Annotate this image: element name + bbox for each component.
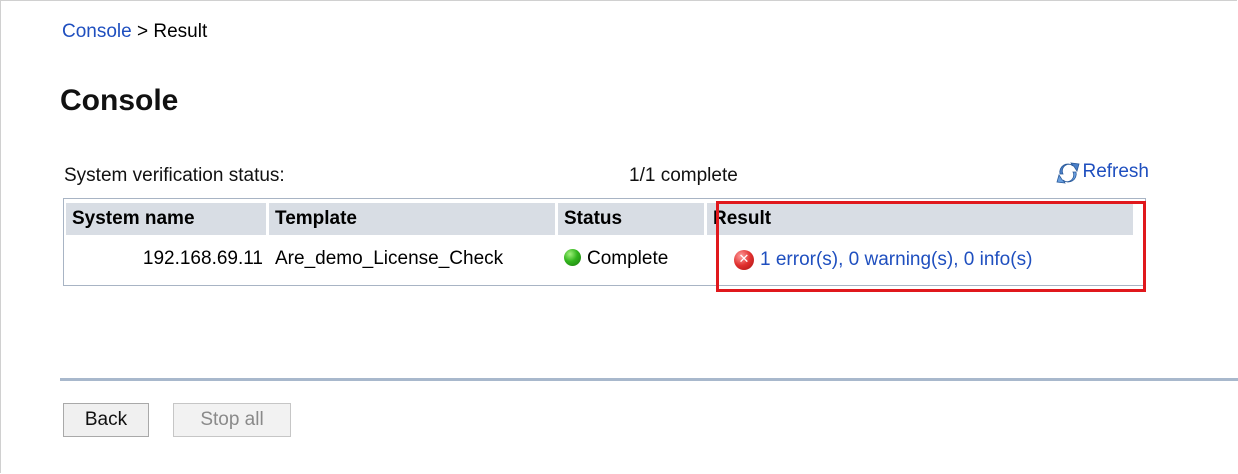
refresh-button[interactable]: Refresh [1055,159,1149,185]
cell-template: Are_demo_License_Check [275,248,504,269]
error-icon: ✕ [734,250,754,270]
result-text: 1 error(s), 0 warning(s), 0 info(s) [760,249,1033,270]
results-table: System name Template Status Result 192.1… [66,203,1136,283]
column-header-system-name[interactable]: System name [66,203,269,235]
refresh-label: Refresh [1082,161,1149,182]
cell-result: ✕ 1 error(s), 0 warning(s), 0 info(s) [707,235,1136,283]
table-row: 192.168.69.11 Are_demo_License_Check Com… [66,235,1136,283]
stop-all-button[interactable]: Stop all [173,403,291,437]
cell-status: Complete [558,235,707,283]
section-divider [60,378,1238,381]
breadcrumb: Console > Result [62,21,207,43]
breadcrumb-current: Result [153,21,208,42]
refresh-icon [1056,162,1080,184]
breadcrumb-link-console[interactable]: Console [62,21,132,42]
status-complete-icon [564,249,581,266]
breadcrumb-separator: > [137,21,149,42]
verification-status-label: System verification status: [64,165,285,186]
page-title: Console [60,84,179,117]
verification-status-row: System verification status: 1/1 complete… [64,161,1149,191]
column-header-result[interactable]: Result [707,203,1136,235]
back-button[interactable]: Back [63,403,149,437]
table-header-row: System name Template Status Result [66,203,1136,235]
verification-status-count: 1/1 complete [629,165,738,186]
column-header-status[interactable]: Status [558,203,707,235]
cell-system-name: 192.168.69.11 [142,248,263,269]
column-header-template[interactable]: Template [269,203,558,235]
result-link[interactable]: ✕ 1 error(s), 0 warning(s), 0 info(s) [734,249,1032,271]
status-text: Complete [587,248,669,269]
